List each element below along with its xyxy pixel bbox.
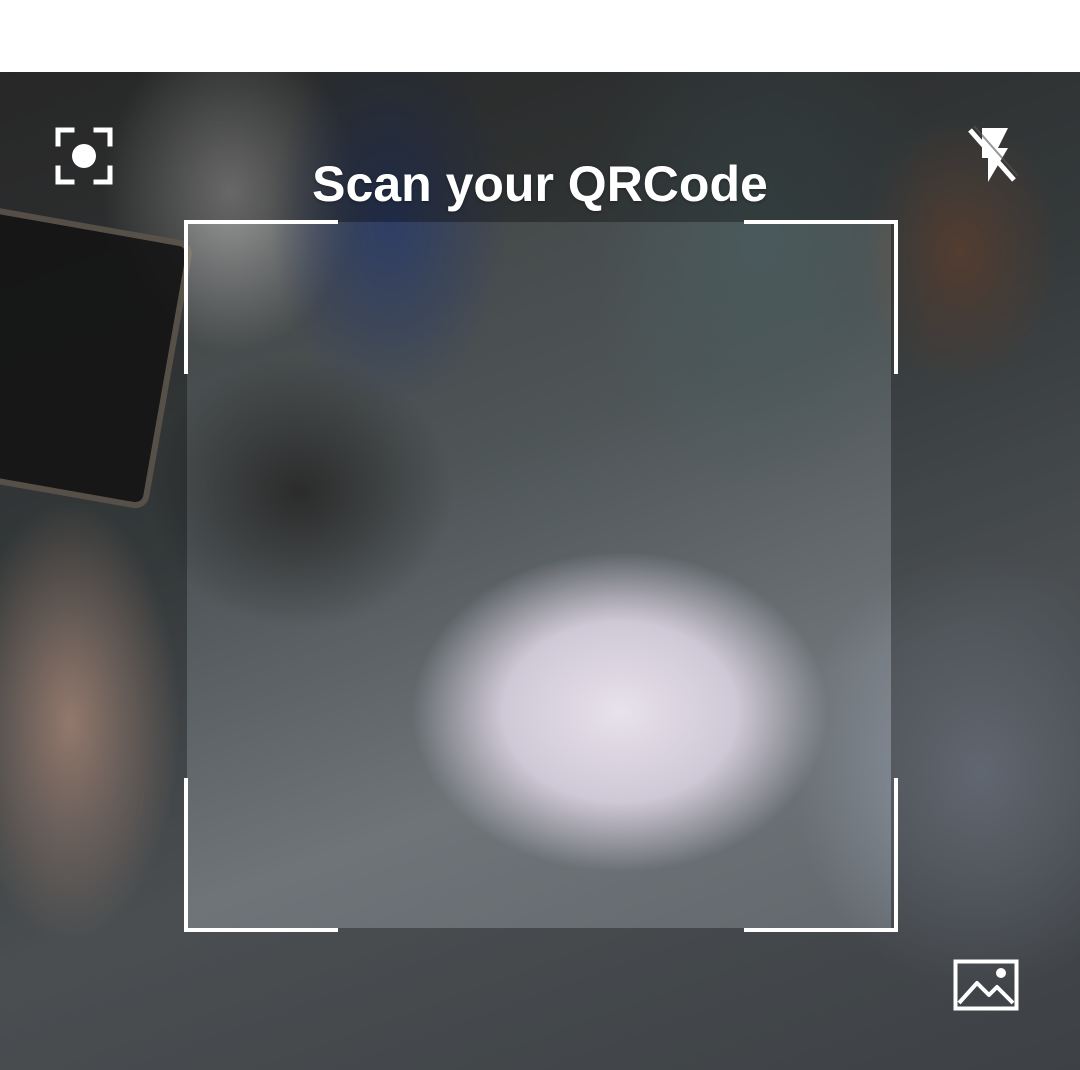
scan-frame-corner-top-right [744,220,898,374]
flash-off-icon [964,124,1020,186]
scan-area-overlay [0,72,1080,1070]
gallery-button[interactable] [950,956,1022,1014]
scan-frame-corner-bottom-right [744,778,898,932]
scan-frame-corner-bottom-left [184,778,338,932]
camera-focus-icon [54,126,114,186]
scan-title: Scan your QRCode [312,156,768,212]
focus-button[interactable] [52,124,116,188]
top-bar [0,0,1080,72]
camera-preview: Scan your QRCode [0,72,1080,1070]
gallery-image-icon [953,959,1019,1011]
scan-frame-corner-top-left [184,220,338,374]
flash-toggle-button[interactable] [960,122,1024,188]
